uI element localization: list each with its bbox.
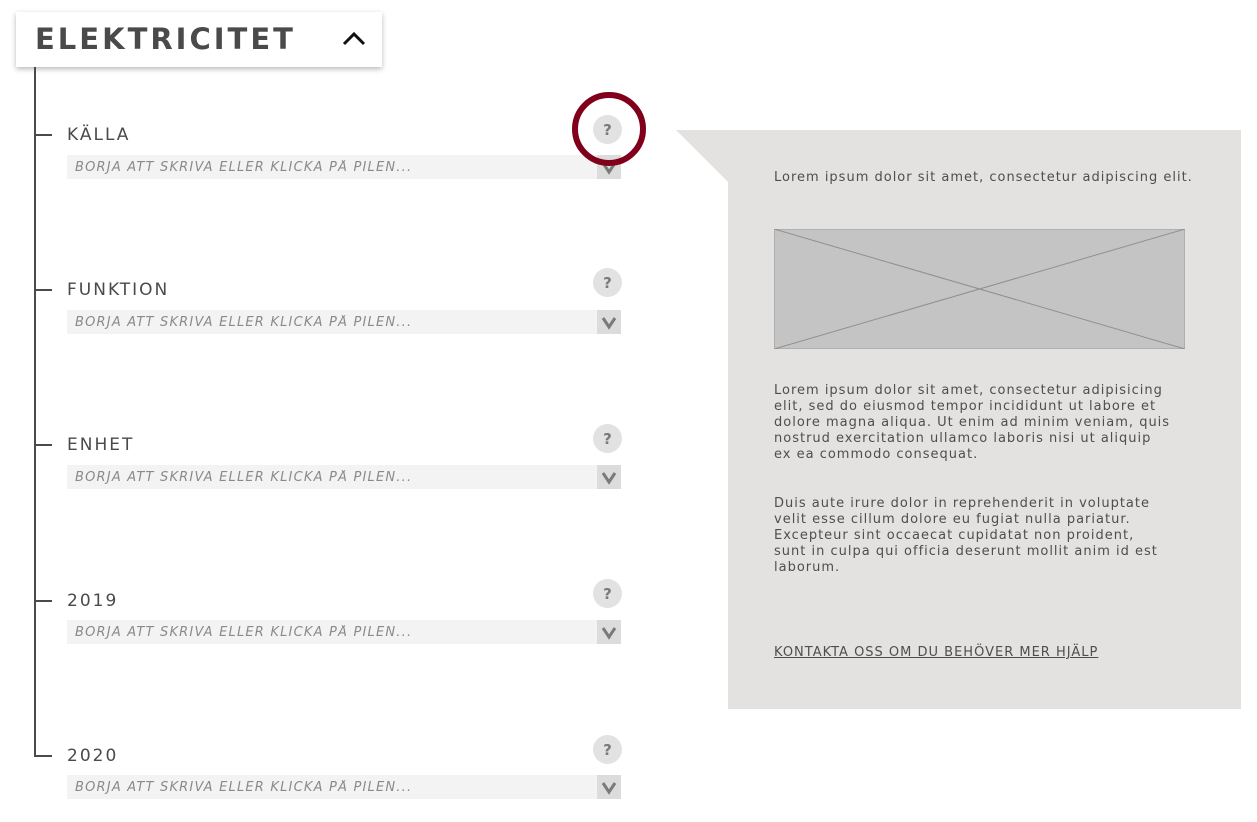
- image-placeholder-icon: [774, 229, 1185, 349]
- dropdown-arrow-icon[interactable]: [597, 465, 621, 489]
- text-line: Lorem ipsum dolor sit amet, consectetur …: [774, 383, 1163, 398]
- help-icon[interactable]: ?: [593, 424, 622, 453]
- text-line: Excepteur sint occaecat cupidatat non pr…: [774, 528, 1135, 543]
- combobox-input[interactable]: [67, 775, 587, 799]
- combobox-2019[interactable]: [67, 620, 621, 644]
- combobox-input[interactable]: [67, 155, 587, 179]
- contact-link[interactable]: KONTAKTA OSS OM DU BEHÖVER MER HJÄLP: [774, 645, 1098, 660]
- chevron-up-icon[interactable]: [341, 29, 367, 47]
- combobox-input[interactable]: [67, 620, 587, 644]
- tree-branch: [34, 289, 52, 291]
- tree-branch: [34, 755, 52, 757]
- text-line: elit, sed do eiusmod tempor incididunt u…: [774, 399, 1157, 414]
- help-icon[interactable]: ?: [593, 268, 622, 297]
- combobox-input[interactable]: [67, 465, 587, 489]
- dropdown-arrow-icon[interactable]: [597, 310, 621, 334]
- help-paragraph-1: Lorem ipsum dolor sit amet, consectetur …: [774, 383, 1170, 463]
- section-title: ELEKTRICITET: [35, 22, 296, 56]
- text-line: laborum.: [774, 560, 841, 575]
- dropdown-arrow-icon[interactable]: [597, 620, 621, 644]
- field-label-2020: 2020: [67, 746, 119, 766]
- tree-branch: [34, 134, 52, 136]
- combobox-kalla[interactable]: [67, 155, 621, 179]
- help-paragraph-2: Duis aute irure dolor in reprehenderit i…: [774, 496, 1158, 576]
- help-icon[interactable]: ?: [593, 735, 622, 764]
- section-header[interactable]: ELEKTRICITET: [16, 12, 382, 67]
- field-label-2019: 2019: [67, 591, 119, 611]
- tree-line: [34, 67, 36, 757]
- tree-branch: [34, 600, 52, 602]
- help-panel: Lorem ipsum dolor sit amet, consectetur …: [728, 130, 1241, 709]
- field-label-funktion: FUNKTION: [67, 280, 170, 300]
- text-line: ex ea commodo consequat.: [774, 447, 979, 462]
- help-highlight-ring: [572, 92, 646, 166]
- panel-pointer: [676, 130, 729, 183]
- combobox-input[interactable]: [67, 310, 587, 334]
- tree-branch: [34, 444, 52, 446]
- combobox-enhet[interactable]: [67, 465, 621, 489]
- text-line: dolore magna aliqua. Ut enim ad minim ve…: [774, 415, 1171, 430]
- text-line: nostrud exercitation ullamco laboris nis…: [774, 431, 1152, 446]
- combobox-2020[interactable]: [67, 775, 621, 799]
- text-line: sunt in culpa qui officia deserunt molli…: [774, 544, 1158, 559]
- text-line: velit esse cillum dolore eu fugiat nulla…: [774, 512, 1131, 527]
- field-label-kalla: KÄLLA: [67, 125, 131, 145]
- field-label-enhet: ENHET: [67, 435, 135, 455]
- dropdown-arrow-icon[interactable]: [597, 775, 621, 799]
- text-line: Duis aute irure dolor in reprehenderit i…: [774, 496, 1150, 511]
- combobox-funktion[interactable]: [67, 310, 621, 334]
- help-icon[interactable]: ?: [593, 579, 622, 608]
- help-intro: Lorem ipsum dolor sit amet, consectetur …: [774, 170, 1193, 185]
